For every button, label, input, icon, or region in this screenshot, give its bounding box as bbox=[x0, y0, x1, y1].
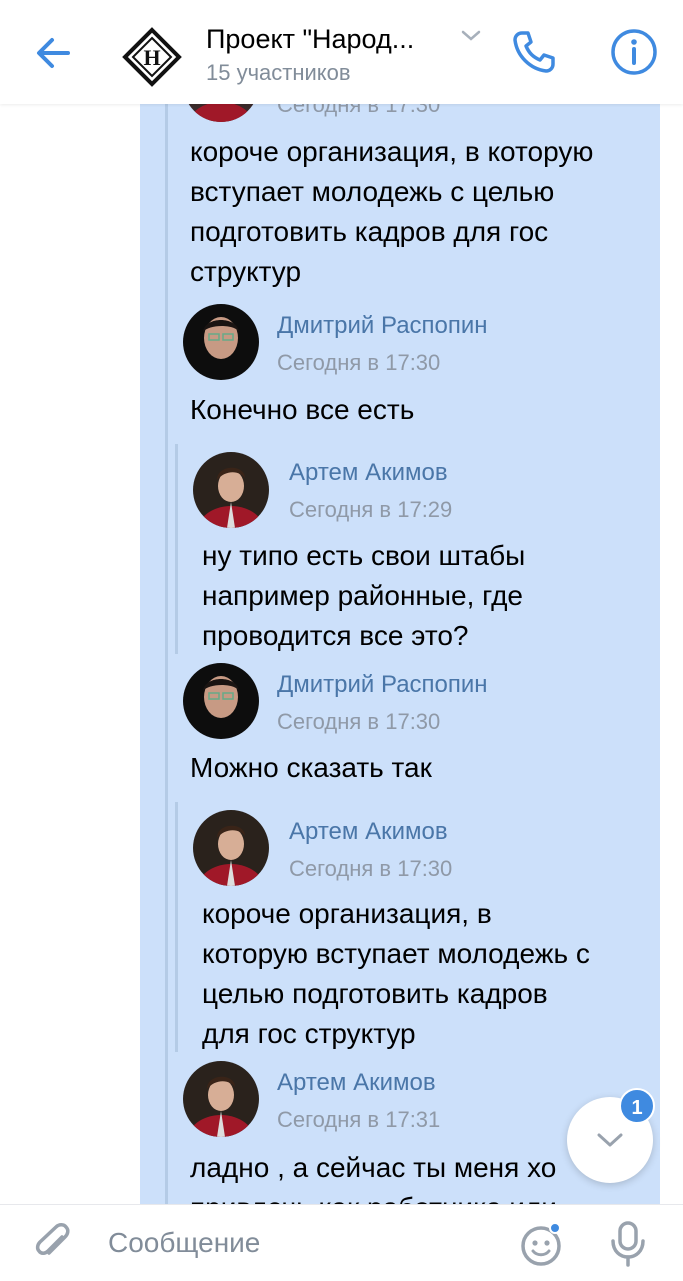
message-input[interactable] bbox=[108, 1221, 488, 1265]
message-line: для гос структур bbox=[202, 1018, 416, 1049]
back-button[interactable] bbox=[30, 30, 76, 76]
message-line: например районные, где bbox=[202, 580, 523, 611]
message-line: структур bbox=[190, 256, 302, 287]
chat-members-count: 15 участников bbox=[206, 60, 351, 85]
message-line: короче организация, в bbox=[202, 898, 492, 929]
message-line: ладно , а сейчас ты меня хо bbox=[190, 1152, 557, 1183]
message-text: ладно , а сейчас ты меня хо привлечь как… bbox=[190, 1148, 557, 1204]
message-text: ну типо есть свои штабы например районны… bbox=[202, 536, 525, 656]
message-line: ну типо есть свои штабы bbox=[202, 540, 526, 571]
chat-avatar[interactable]: Н bbox=[122, 27, 182, 87]
message-line: подготовить кадров для гос bbox=[190, 216, 549, 247]
avatar-artem[interactable] bbox=[193, 452, 269, 528]
forward-line bbox=[165, 104, 168, 1204]
message-line: короче организация, в которую bbox=[190, 136, 594, 167]
message-line: Конечно все есть bbox=[190, 394, 415, 425]
message-text: Конечно все есть bbox=[190, 390, 414, 430]
message-author[interactable]: Артем Акимов bbox=[289, 459, 448, 487]
message-line: которую вступает молодежь с bbox=[202, 938, 590, 969]
message-text: короче организация, в которую вступает м… bbox=[202, 894, 590, 1054]
message-line: проводится все это? bbox=[202, 620, 469, 651]
smile-icon bbox=[521, 1222, 561, 1266]
user-photo-icon bbox=[193, 452, 269, 528]
sticker-button[interactable] bbox=[518, 1221, 564, 1267]
chat-header: Н Проект "Народ... 15 участников bbox=[0, 0, 683, 104]
message-author[interactable]: Дмитрий Распопин bbox=[277, 671, 488, 699]
info-button[interactable] bbox=[608, 26, 660, 78]
message-line: привлечь как работника или bbox=[190, 1188, 557, 1204]
message-time: Сегодня в 17:30 bbox=[277, 350, 441, 375]
avatar-dmitry[interactable] bbox=[183, 663, 259, 739]
user-photo-icon bbox=[183, 304, 259, 380]
message-time: Сегодня в 17:30 bbox=[277, 709, 441, 734]
microphone-icon bbox=[611, 1221, 645, 1267]
nested-forward-line bbox=[175, 444, 178, 654]
message-line: вступает молодежь с целью bbox=[190, 176, 555, 207]
avatar-artem[interactable] bbox=[183, 1061, 259, 1137]
message-time: Сегодня в 17:30 bbox=[289, 856, 453, 881]
call-button[interactable] bbox=[508, 26, 560, 78]
user-photo-icon bbox=[183, 1061, 259, 1137]
message-text: короче организация, в которую вступает м… bbox=[190, 132, 593, 292]
voice-message-button[interactable] bbox=[608, 1219, 648, 1269]
chevron-down-icon bbox=[597, 1133, 623, 1147]
phone-icon bbox=[513, 31, 555, 73]
unread-badge: 1 bbox=[619, 1088, 655, 1124]
avatar-artem[interactable] bbox=[193, 810, 269, 886]
message-author[interactable]: Дмитрий Распопин bbox=[277, 312, 488, 340]
message-author[interactable]: Артем Акимов bbox=[289, 818, 448, 846]
message-line: Можно сказать так bbox=[190, 752, 432, 783]
message-time: Сегодня в 17:30 bbox=[277, 104, 441, 117]
chat-title[interactable]: Проект "Народ... bbox=[206, 24, 414, 55]
info-icon bbox=[611, 29, 657, 75]
attach-button[interactable] bbox=[32, 1223, 74, 1265]
chat-logo-icon: Н bbox=[122, 27, 182, 87]
message-time: Сегодня в 17:29 bbox=[289, 497, 453, 522]
message-composer bbox=[0, 1204, 683, 1281]
user-photo-icon bbox=[193, 810, 269, 886]
arrow-left-icon bbox=[37, 38, 70, 68]
paperclip-icon bbox=[35, 1223, 70, 1255]
nested-forward-line bbox=[175, 802, 178, 1052]
svg-text:Н: Н bbox=[143, 45, 160, 70]
message-author[interactable]: Артем Акимов bbox=[277, 1069, 436, 1097]
message-time: Сегодня в 17:31 bbox=[277, 1107, 441, 1132]
message-list[interactable]: Сегодня в 17:30 короче организация, в ко… bbox=[0, 104, 683, 1204]
user-photo-icon bbox=[183, 663, 259, 739]
message-line: целью подготовить кадров bbox=[202, 978, 548, 1009]
avatar-dmitry[interactable] bbox=[183, 304, 259, 380]
message-text: Можно сказать так bbox=[190, 748, 432, 788]
chevron-down-icon[interactable] bbox=[460, 28, 482, 44]
